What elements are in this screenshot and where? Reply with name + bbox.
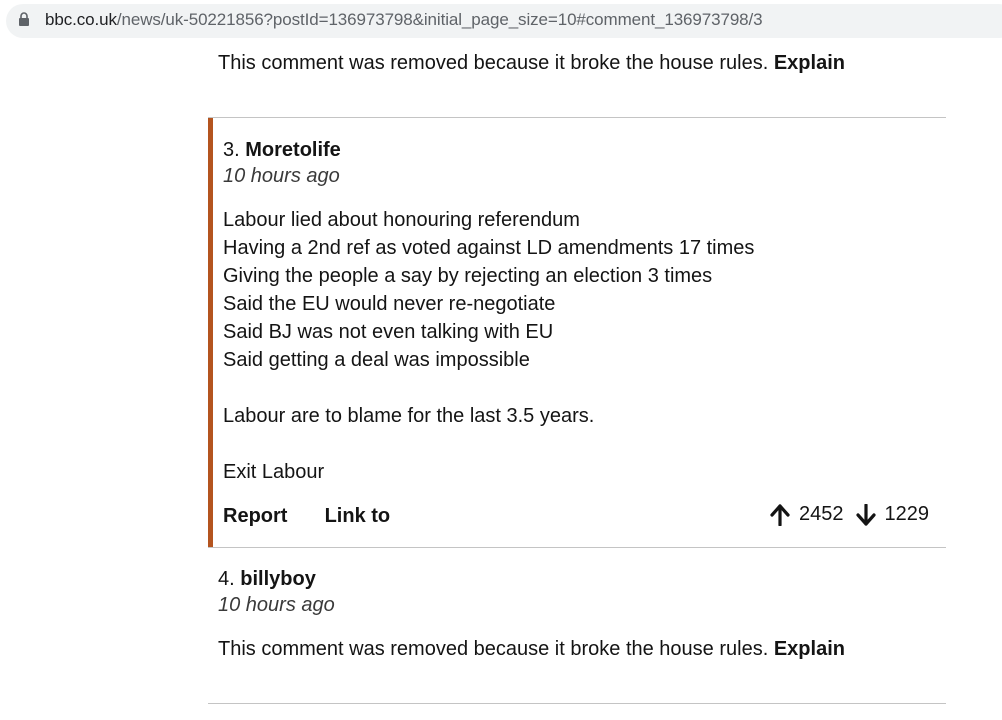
comment-line	[223, 430, 754, 458]
downvote-arrow-icon[interactable]	[855, 503, 876, 526]
comments-list: This comment was removed because it brok…	[0, 42, 1002, 720]
comment-header: 3. Moretolife	[223, 138, 341, 162]
comment-line: Said getting a deal was impossible	[223, 349, 530, 371]
lock-icon	[19, 12, 29, 26]
url-domain: bbc.co.uk	[45, 10, 117, 29]
removed-comment-notice: This comment was removed because it brok…	[218, 51, 845, 75]
comment-line: Said the EU would never re-negotiate	[223, 293, 556, 315]
comment-author[interactable]: Moretolife	[245, 139, 341, 161]
comment-actions: Report Link to	[223, 505, 390, 528]
explain-link[interactable]: Explain	[774, 52, 845, 74]
comment-line: Labour lied about honouring referendum	[223, 209, 580, 231]
comment-line: Labour are to blame for the last 3.5 yea…	[223, 405, 595, 427]
upvote-count: 2452	[799, 503, 844, 525]
comment-line: Having a 2nd ref as voted against LD ame…	[223, 237, 755, 259]
upvote-arrow-icon[interactable]	[770, 503, 790, 526]
comment-divider	[208, 547, 946, 548]
comment-timestamp: 10 hours ago	[218, 594, 335, 616]
url-text[interactable]: bbc.co.uk/news/uk-50221856?postId=136973…	[45, 10, 763, 30]
removed-comment-notice: This comment was removed because it brok…	[218, 637, 845, 661]
link-to-link[interactable]: Link to	[325, 505, 391, 527]
comment-number: 3.	[223, 139, 240, 161]
comment-line: Exit Labour	[223, 461, 325, 483]
url-path: /news/uk-50221856?postId=136973798&initi…	[116, 10, 763, 29]
report-link[interactable]: Report	[223, 505, 287, 527]
removed-text: This comment was removed because it brok…	[218, 52, 769, 74]
explain-link[interactable]: Explain	[774, 638, 845, 660]
comment-divider	[208, 703, 946, 704]
comment-header: 4. billyboy	[218, 567, 316, 591]
comment-number: 4.	[218, 568, 235, 590]
removed-text: This comment was removed because it brok…	[218, 638, 769, 660]
comment-body: Labour lied about honouring referendum H…	[223, 206, 754, 486]
vote-controls: 2452 1229	[770, 503, 929, 526]
comment-line: Said BJ was not even talking with EU	[223, 321, 554, 343]
comment-timestamp: 10 hours ago	[223, 165, 340, 187]
comment-line: Giving the people a say by rejecting an …	[223, 265, 713, 287]
browser-address-bar: bbc.co.uk/news/uk-50221856?postId=136973…	[0, 0, 1002, 42]
comment-line	[223, 374, 754, 402]
downvote-count: 1229	[884, 503, 930, 525]
comment-author[interactable]: billyboy	[240, 568, 316, 590]
